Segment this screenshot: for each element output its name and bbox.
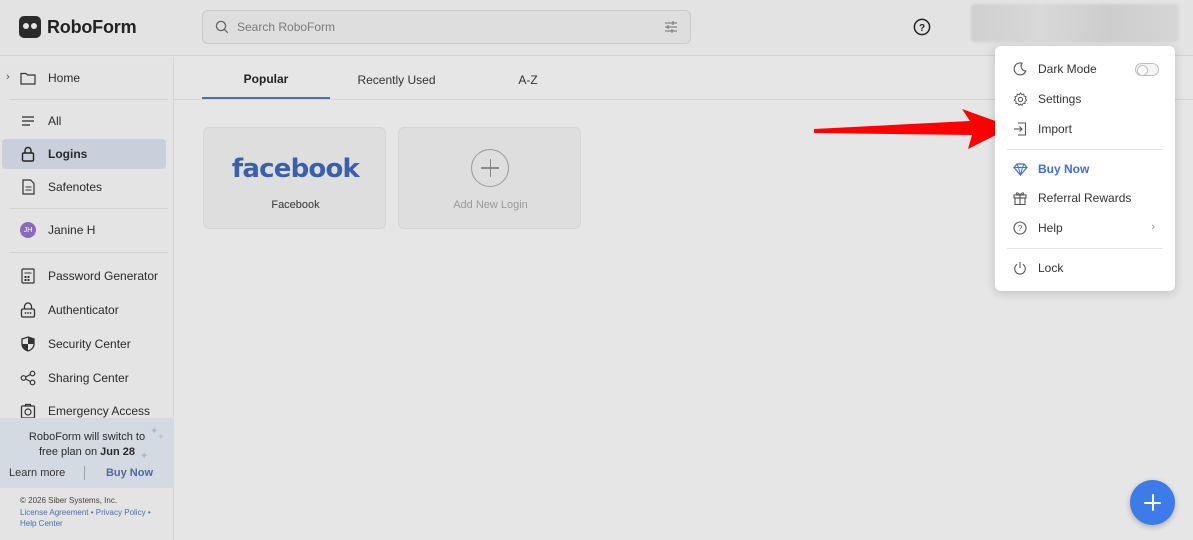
app-logo[interactable]: RoboForm xyxy=(19,16,137,38)
facebook-logo: facebook xyxy=(231,154,360,184)
moon-icon xyxy=(1012,61,1028,77)
sidebar-item-home[interactable]: Home xyxy=(2,63,166,93)
diamond-icon xyxy=(1012,161,1028,177)
app-name: RoboForm xyxy=(47,16,137,37)
gift-icon xyxy=(1012,190,1028,206)
search-input[interactable] xyxy=(237,20,647,34)
menu-item-label: Settings xyxy=(1038,92,1082,106)
sidebar-item-password-generator[interactable]: Password Generator xyxy=(2,261,166,291)
arrow-annotation-icon xyxy=(814,109,1012,149)
search-bar[interactable] xyxy=(202,10,691,44)
sidebar-item-all[interactable]: All xyxy=(2,106,166,136)
sidebar-item-safenotes[interactable]: Safenotes xyxy=(2,172,166,202)
menu-item-label: Help xyxy=(1038,221,1063,235)
menu-item-label: Lock xyxy=(1038,261,1064,275)
menu-item-buy-now[interactable]: Buy Now xyxy=(995,156,1175,182)
sidebar-item-label: Janine H xyxy=(48,223,96,237)
sidebar-footer: © 2026 Siber Systems, Inc. License Agree… xyxy=(20,496,151,528)
sidebar-item-user[interactable]: JH Janine H xyxy=(2,215,166,245)
menu-item-label: Referral Rewards xyxy=(1038,191,1132,205)
plan-switch-notice: RoboForm will switch to free plan on Jun… xyxy=(28,431,146,458)
menu-item-label: Dark Mode xyxy=(1038,62,1097,76)
sidebar-item-label: Home xyxy=(48,71,81,85)
share-icon xyxy=(20,370,36,386)
tab-recently-used[interactable]: Recently Used xyxy=(330,60,463,99)
plus-circle-icon xyxy=(471,149,509,187)
sidebar-item-label: Logins xyxy=(48,147,88,161)
emergency-icon xyxy=(20,403,36,419)
menu-item-import[interactable]: Import xyxy=(995,116,1175,142)
sidebar-item-security-center[interactable]: Security Center xyxy=(2,329,166,359)
tab-popular[interactable]: Popular xyxy=(202,60,330,99)
sidebar-item-sharing-center[interactable]: Sharing Center xyxy=(2,363,166,393)
learn-more-link[interactable]: Learn more xyxy=(0,467,84,479)
divider xyxy=(10,208,168,209)
filter-icon[interactable] xyxy=(664,20,678,34)
menu-item-help[interactable]: ? Help › xyxy=(995,215,1175,241)
folder-icon xyxy=(20,70,36,86)
menu-item-lock[interactable]: Lock xyxy=(995,255,1175,281)
sidebar-item-label: All xyxy=(48,114,62,128)
sidebar-item-label: Authenticator xyxy=(48,303,119,317)
card-label: Facebook xyxy=(271,199,320,211)
login-card-facebook[interactable]: facebook Facebook xyxy=(203,127,386,229)
svg-text:?: ? xyxy=(919,23,925,34)
sidebar-item-label: Safenotes xyxy=(48,180,103,194)
account-menu: Dark Mode Settings Import Buy Now Referr… xyxy=(995,46,1175,291)
list-icon xyxy=(20,113,36,129)
privacy-policy-link[interactable]: Privacy Policy xyxy=(96,508,146,517)
tab-a-z[interactable]: A-Z xyxy=(463,60,593,99)
buy-now-link[interactable]: Buy Now xyxy=(85,467,174,479)
sidebar: › Home All Logins Safenotes JH Janine H … xyxy=(0,57,174,540)
divider xyxy=(10,99,168,100)
menu-item-referral-rewards[interactable]: Referral Rewards xyxy=(995,185,1175,211)
tab-bar: Popular Recently Used A-Z xyxy=(202,60,593,100)
help-icon: ? xyxy=(1012,220,1028,236)
sidebar-item-label: Password Generator xyxy=(48,269,159,283)
chevron-right-icon: › xyxy=(1151,221,1155,233)
note-icon xyxy=(20,179,36,195)
password-generator-icon xyxy=(20,268,36,284)
menu-item-settings[interactable]: Settings xyxy=(995,86,1175,112)
menu-item-dark-mode[interactable]: Dark Mode xyxy=(995,56,1175,82)
lock-icon xyxy=(20,146,36,162)
roboform-logo-icon xyxy=(19,16,41,38)
menu-item-label: Buy Now xyxy=(1038,162,1090,176)
help-center-link[interactable]: Help Center xyxy=(20,519,63,528)
divider xyxy=(1007,248,1163,249)
sidebar-item-authenticator[interactable]: Authenticator xyxy=(2,295,166,325)
svg-text:?: ? xyxy=(1018,224,1023,233)
sidebar-item-label: Security Center xyxy=(48,337,131,351)
avatar: JH xyxy=(20,222,36,238)
license-agreement-link[interactable]: License Agreement xyxy=(20,508,89,517)
divider xyxy=(10,252,168,253)
copyright: © 2026 Siber Systems, Inc. xyxy=(20,496,118,505)
add-item-button[interactable] xyxy=(1130,480,1175,525)
sidebar-item-label: Emergency Access xyxy=(48,404,151,418)
shield-icon xyxy=(20,336,36,352)
add-new-login-card[interactable]: Add New Login xyxy=(398,127,581,229)
sidebar-item-logins[interactable]: Logins xyxy=(2,139,166,169)
account-button[interactable] xyxy=(971,4,1179,42)
sidebar-item-label: Sharing Center xyxy=(48,371,129,385)
search-icon xyxy=(215,20,229,34)
authenticator-icon xyxy=(20,302,36,318)
power-icon xyxy=(1012,260,1028,276)
help-icon[interactable]: ? xyxy=(913,18,931,36)
import-icon xyxy=(1012,121,1028,137)
menu-item-label: Import xyxy=(1038,122,1073,136)
dark-mode-toggle[interactable] xyxy=(1135,63,1159,76)
card-label: Add New Login xyxy=(453,199,528,211)
gear-icon xyxy=(1012,91,1028,107)
divider xyxy=(1007,149,1163,150)
plan-promo-banner: ✦ + ✦ RoboForm will switch to free plan … xyxy=(0,418,174,488)
